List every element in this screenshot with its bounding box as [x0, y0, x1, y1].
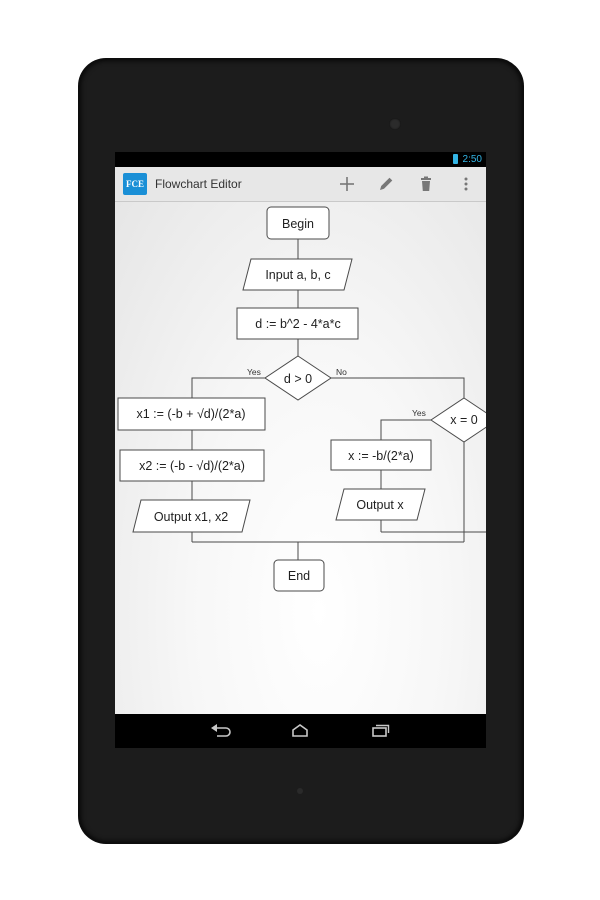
edit-button[interactable]	[374, 172, 398, 196]
battery-icon	[453, 154, 458, 164]
status-time: 2:50	[462, 154, 482, 165]
flowchart-diagram: Begin Input a, b, c d := b^2 - 4*a*c d >…	[117, 206, 486, 592]
navigation-bar	[115, 714, 486, 748]
action-bar: FCE Flowchart Editor	[115, 167, 486, 202]
overflow-menu-icon	[464, 177, 468, 191]
decision-d-label: d > 0	[284, 372, 312, 386]
input-label: Input a, b, c	[265, 268, 330, 282]
app-logo-icon[interactable]: FCE	[123, 173, 147, 195]
output-x1x2-label: Output x1, x2	[154, 510, 228, 524]
app-title: Flowchart Editor	[155, 177, 242, 191]
connector-decision-yes	[191, 377, 265, 398]
compute-d-label: d := b^2 - 4*a*c	[255, 317, 340, 331]
screen: 2:50 FCE Flowchart Editor Begin Input a,…	[115, 152, 486, 748]
delete-button[interactable]	[414, 172, 438, 196]
plus-icon	[340, 177, 354, 191]
pencil-icon	[380, 177, 393, 190]
back-icon	[211, 724, 231, 737]
end-label: End	[288, 569, 310, 583]
no-label: No	[336, 367, 347, 377]
x2-label: x2 := (-b - √d)/(2*a)	[139, 459, 245, 473]
recents-button[interactable]	[365, 719, 395, 743]
connector-decision-no	[331, 377, 465, 398]
x1-label: x1 := (-b + √d)/(2*a)	[137, 407, 246, 421]
x-single-label: x := -b/(2*a)	[348, 449, 414, 463]
front-camera	[389, 118, 401, 130]
light-sensor	[297, 788, 303, 794]
yes-label: Yes	[247, 367, 261, 377]
yes-label-2: Yes	[412, 408, 426, 418]
flowchart-canvas[interactable]: Begin Input a, b, c d := b^2 - 4*a*c d >…	[115, 202, 486, 714]
home-icon	[292, 724, 308, 737]
decision-x0-label: x = 0	[450, 413, 477, 427]
back-button[interactable]	[206, 719, 236, 743]
trash-icon	[421, 176, 431, 191]
status-bar: 2:50	[115, 152, 486, 167]
home-button[interactable]	[285, 719, 315, 743]
connector-decision2-yes	[380, 419, 431, 440]
begin-label: Begin	[282, 217, 314, 231]
output-x-label: Output x	[356, 498, 404, 512]
recents-icon	[372, 724, 390, 737]
add-button[interactable]	[335, 172, 359, 196]
overflow-menu-button[interactable]	[454, 172, 478, 196]
